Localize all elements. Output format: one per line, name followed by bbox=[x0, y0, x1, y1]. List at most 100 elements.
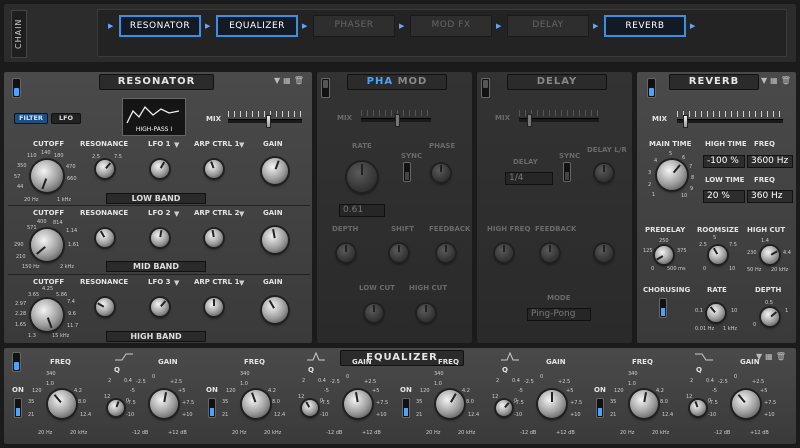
high-arp-knob[interactable] bbox=[205, 298, 223, 316]
mix-slider[interactable] bbox=[519, 114, 599, 127]
eq-gain-knob[interactable] bbox=[344, 390, 372, 418]
phase-knob[interactable] bbox=[432, 164, 450, 182]
eq-q-knob[interactable] bbox=[302, 400, 318, 416]
high-gain-knob[interactable] bbox=[262, 297, 288, 323]
menu-arrow-icon[interactable]: ▼ bbox=[761, 76, 770, 85]
tick: 1.61 bbox=[68, 242, 80, 248]
tick: +2.5 bbox=[364, 379, 377, 385]
arp-selector[interactable]: ARP CTRL 2 bbox=[194, 209, 239, 217]
tick: 20 Hz bbox=[426, 430, 441, 436]
eq-q-knob[interactable] bbox=[108, 400, 124, 416]
mix-slider[interactable] bbox=[361, 114, 431, 127]
shift-label: SHIFT bbox=[391, 225, 415, 233]
eq-freq-knob[interactable] bbox=[630, 390, 658, 418]
mix-slider-thumb[interactable] bbox=[527, 114, 532, 127]
arp-selector[interactable]: ARP CTRL 1 bbox=[194, 140, 239, 148]
mix-slider-thumb[interactable] bbox=[683, 115, 688, 128]
mix-slider-thumb[interactable] bbox=[266, 115, 271, 128]
low-resonance-knob[interactable] bbox=[96, 160, 114, 178]
lfo-selector[interactable]: LFO 2 bbox=[148, 209, 171, 217]
low-time-value[interactable]: 20 % bbox=[703, 190, 745, 203]
save-icon[interactable]: ▦ bbox=[283, 76, 294, 85]
filter-display[interactable]: HIGH-PASS I bbox=[122, 98, 186, 136]
eq-freq-knob[interactable] bbox=[436, 390, 464, 418]
resonator-title: RESONATOR bbox=[99, 74, 214, 90]
high-freq-knob[interactable] bbox=[495, 244, 513, 262]
low-cutoff-knob[interactable] bbox=[31, 160, 63, 192]
chain-module-equalizer[interactable]: EQUALIZER bbox=[216, 15, 298, 37]
chain-module-modfx[interactable]: MOD FX bbox=[410, 15, 492, 37]
chain-module-reverb[interactable]: REVERB bbox=[604, 15, 686, 37]
mix-slider[interactable] bbox=[677, 115, 783, 128]
rate-value[interactable]: 0.61 bbox=[339, 204, 385, 217]
high-cutoff-knob[interactable] bbox=[31, 299, 63, 331]
save-icon[interactable]: ▦ bbox=[770, 76, 781, 85]
band-on-switch[interactable] bbox=[402, 398, 410, 418]
eq-freq-knob[interactable] bbox=[48, 390, 76, 418]
chorusing-switch[interactable] bbox=[659, 298, 667, 318]
feedback-knob[interactable] bbox=[437, 244, 455, 262]
roomsize-knob[interactable] bbox=[709, 246, 727, 264]
lfo-selector[interactable]: LFO 1 bbox=[148, 140, 171, 148]
feedback-knob[interactable] bbox=[541, 244, 559, 262]
chain-module-delay[interactable]: DELAY bbox=[507, 15, 589, 37]
lfo-selector[interactable]: LFO 3 bbox=[148, 278, 171, 286]
mid-lfo-knob[interactable] bbox=[151, 229, 169, 247]
low-gain-knob[interactable] bbox=[262, 158, 288, 184]
lfo-tab[interactable]: LFO bbox=[51, 113, 81, 124]
arp-selector[interactable]: ARP CTRL 1 bbox=[194, 278, 239, 286]
depth-knob[interactable] bbox=[337, 244, 355, 262]
eq-q-knob[interactable] bbox=[690, 400, 706, 416]
eq-gain-knob[interactable] bbox=[732, 390, 760, 418]
high-lfo-knob[interactable] bbox=[151, 298, 169, 316]
delay-lr-knob[interactable] bbox=[595, 164, 613, 182]
high-resonance-knob[interactable] bbox=[96, 298, 114, 316]
eq-q-knob[interactable] bbox=[496, 400, 512, 416]
mid-arp-knob[interactable] bbox=[205, 229, 223, 247]
low-lfo-knob[interactable] bbox=[151, 160, 169, 178]
delete-icon[interactable]: 🗑 bbox=[776, 352, 789, 361]
menu-arrow-icon[interactable]: ▼ bbox=[274, 76, 283, 85]
tick: -7.5 bbox=[708, 400, 718, 406]
chain-module-phaser[interactable]: PHASER bbox=[313, 15, 395, 37]
band-on-switch[interactable] bbox=[208, 398, 216, 418]
extra-knob[interactable] bbox=[595, 244, 613, 262]
high-freq-value[interactable]: 3600 Hz bbox=[747, 155, 793, 168]
main-time-knob[interactable] bbox=[657, 160, 687, 190]
resonator-power-switch[interactable] bbox=[12, 78, 21, 98]
high-cut-knob[interactable] bbox=[761, 246, 779, 264]
reverb-power-switch[interactable] bbox=[647, 78, 656, 98]
mix-slider-thumb[interactable] bbox=[395, 114, 400, 127]
chain-module-resonator[interactable]: RESONATOR bbox=[119, 15, 201, 37]
rate-knob[interactable] bbox=[347, 162, 377, 192]
cutoff-label: CUTOFF bbox=[33, 278, 65, 286]
delay-power-switch[interactable] bbox=[481, 78, 490, 98]
band-on-switch[interactable] bbox=[596, 398, 604, 418]
eq-gain-knob[interactable] bbox=[150, 390, 178, 418]
delete-icon[interactable]: 🗑 bbox=[781, 76, 794, 85]
shift-knob[interactable] bbox=[390, 244, 408, 262]
low-arp-knob[interactable] bbox=[205, 160, 223, 178]
predelay-knob[interactable] bbox=[655, 246, 673, 264]
mid-cutoff-knob[interactable] bbox=[31, 229, 63, 261]
band-on-switch[interactable] bbox=[14, 398, 22, 418]
mix-slider[interactable] bbox=[228, 115, 302, 128]
sync-switch[interactable] bbox=[403, 162, 411, 182]
chorus-depth-knob[interactable] bbox=[761, 308, 779, 326]
eq-gain-knob[interactable] bbox=[538, 390, 566, 418]
mode-dropdown[interactable]: Ping-Pong bbox=[527, 308, 591, 321]
save-icon[interactable]: ▦ bbox=[765, 352, 776, 361]
low-freq-value[interactable]: 360 Hz bbox=[747, 190, 793, 203]
eq-freq-knob[interactable] bbox=[242, 390, 270, 418]
filter-tab[interactable]: FILTER bbox=[14, 113, 48, 124]
low-cut-knob[interactable] bbox=[365, 304, 383, 322]
mid-gain-knob[interactable] bbox=[262, 227, 288, 253]
phamod-power-switch[interactable] bbox=[321, 78, 330, 98]
high-cut-knob[interactable] bbox=[417, 304, 435, 322]
chorus-rate-knob[interactable] bbox=[707, 304, 725, 322]
mid-resonance-knob[interactable] bbox=[96, 229, 114, 247]
delay-division-dropdown[interactable]: 1/4 bbox=[505, 172, 553, 185]
high-time-value[interactable]: -100 % bbox=[703, 155, 745, 168]
sync-switch[interactable] bbox=[563, 162, 571, 182]
delete-icon[interactable]: 🗑 bbox=[294, 76, 307, 85]
